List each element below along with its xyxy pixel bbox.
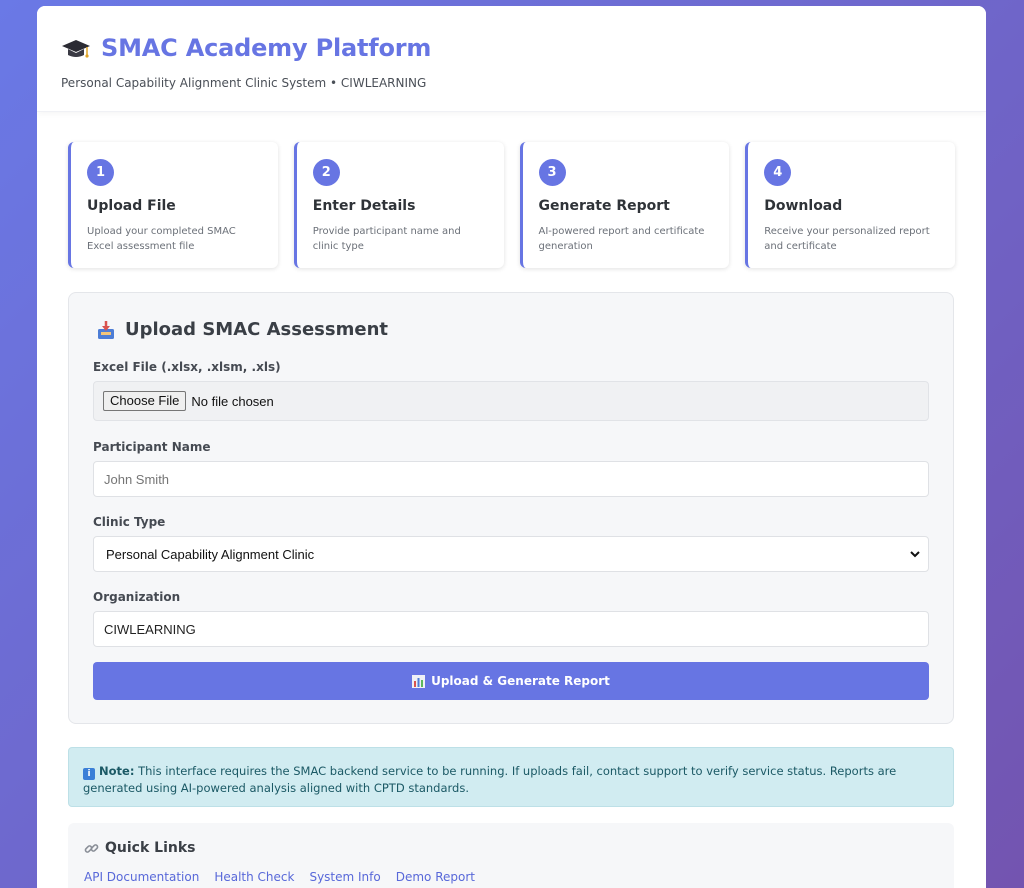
page-subtitle: Personal Capability Alignment Clinic Sys… (61, 76, 427, 90)
file-field-label: Excel File (.xlsx, .xlsm, .xls) (93, 360, 281, 374)
graduation-cap-icon (62, 40, 90, 58)
step-title: Download (764, 198, 843, 214)
organization-label: Organization (93, 590, 181, 604)
file-status-text: No file chosen (191, 393, 274, 409)
health-check-link[interactable]: Health Check (214, 870, 294, 884)
upload-header: Upload SMAC Assessment (97, 319, 929, 340)
page-header: SMAC Academy Platform Personal Capabilit… (37, 6, 986, 112)
clinic-type-value: Personal Capability Alignment Clinic (106, 546, 315, 562)
upload-generate-button[interactable]: Upload & Generate Report (93, 662, 929, 700)
bar-chart-icon (412, 674, 426, 688)
api-documentation-link[interactable]: API Documentation (84, 870, 199, 884)
info-icon: i (83, 768, 95, 780)
file-input[interactable]: Choose File No file chosen (93, 381, 929, 421)
inbox-tray-icon (98, 320, 114, 339)
clinic-type-label: Clinic Type (93, 515, 166, 529)
note-text: This interface requires the SMAC backend… (83, 764, 897, 795)
step-description: Receive your personalized report and cer… (764, 226, 930, 252)
organization-input[interactable]: CIWLEARNING (93, 611, 929, 647)
title-row: SMAC Academy Platform (61, 34, 986, 62)
link-icon (84, 843, 99, 853)
step-title: Generate Report (538, 198, 670, 214)
step-number: 2 (312, 159, 340, 186)
chevron-down-icon (910, 550, 920, 557)
upload-form: Upload SMAC Assessment Excel File (.xlsx… (68, 292, 954, 724)
step-card-upload-file: 1 Upload File Upload your completed SMAC… (68, 142, 278, 268)
participant-name-label: Participant Name (93, 440, 211, 454)
step-description: AI-powered report and certificate genera… (538, 226, 705, 252)
upload-title: Upload SMAC Assessment (125, 319, 388, 340)
step-title: Upload File (87, 198, 176, 214)
demo-report-link[interactable]: Demo Report (396, 870, 475, 884)
quick-links-title: Quick Links (105, 840, 196, 856)
step-number: 3 (538, 159, 566, 186)
step-description: Provide participant name and clinic type (312, 226, 461, 252)
choose-file-button[interactable]: Choose File (103, 391, 187, 411)
clinic-type-select[interactable]: Personal Capability Alignment Clinic (93, 536, 929, 572)
system-info-link[interactable]: System Info (309, 870, 380, 884)
step-title: Enter Details (312, 198, 416, 214)
step-number: 1 (87, 159, 114, 186)
note-label: Note: (99, 764, 135, 778)
quick-links-header: Quick Links (84, 840, 954, 856)
page-title: SMAC Academy Platform (101, 34, 432, 62)
process-steps: 1 Upload File Upload your completed SMAC… (68, 142, 955, 268)
quick-links-list: API Documentation Health Check System In… (84, 870, 954, 884)
step-number: 4 (764, 159, 792, 186)
participant-name-input[interactable]: John Smith (93, 461, 929, 497)
step-card-download: 4 Download Receive your personalized rep… (745, 142, 955, 268)
service-note: i Note: This interface requires the SMAC … (68, 747, 954, 807)
step-card-enter-details: 2 Enter Details Provide participant name… (293, 142, 504, 268)
main-card: SMAC Academy Platform Personal Capabilit… (37, 6, 986, 888)
quick-links-section: Quick Links API Documentation Health Che… (68, 823, 954, 888)
step-description: Upload your completed SMAC Excel assessm… (87, 226, 236, 252)
step-card-generate-report: 3 Generate Report AI-powered report and … (519, 142, 730, 268)
upload-generate-label: Upload & Generate Report (431, 674, 610, 688)
